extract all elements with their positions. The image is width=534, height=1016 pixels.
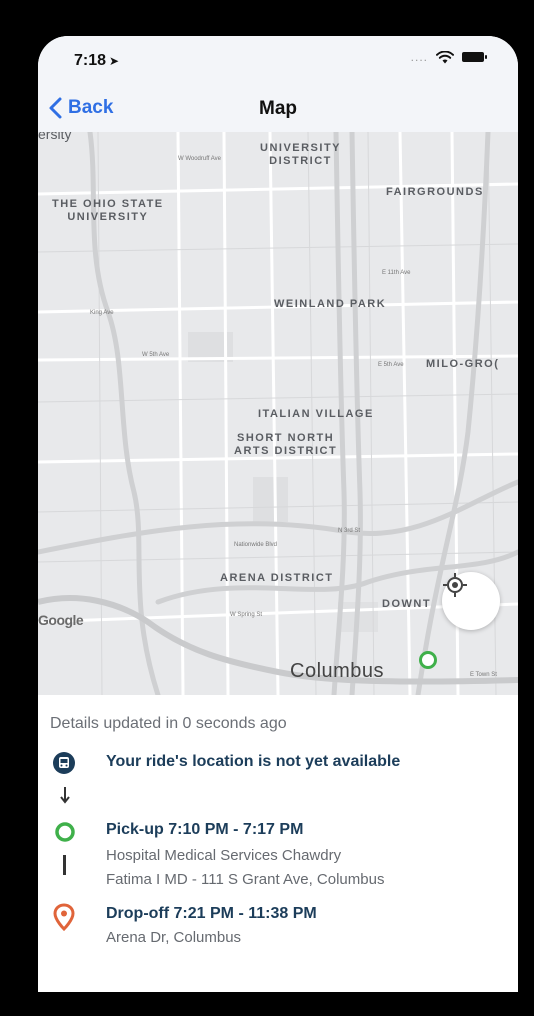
- map-label-fairgrounds: FAIRGROUNDS: [386, 186, 484, 198]
- street-n-3rd: N 3rd St: [338, 528, 361, 534]
- page-title: Map: [259, 98, 297, 119]
- recenter-button[interactable]: [442, 572, 500, 630]
- updated-text: Details updated in 0 seconds ago: [50, 715, 287, 732]
- map-label-italian-village: ITALIAN VILLAGE: [258, 408, 374, 420]
- location-arrow-icon: ➤: [109, 54, 120, 68]
- crosshair-icon: [443, 573, 467, 597]
- route-line-icon: [63, 855, 66, 875]
- map-label-arena-district: ARENA DISTRICT: [220, 572, 334, 584]
- street-e-town: E Town St: [470, 672, 497, 678]
- map-label-ohio-state: THE OHIO STATE UNIVERSITY: [52, 198, 164, 223]
- pickup-time: Pick-up 7:10 PM - 7:17 PM: [106, 821, 304, 838]
- street-w-5th: W 5th Ave: [142, 352, 170, 358]
- street-w-spring: W Spring St: [230, 612, 263, 618]
- dropoff-address: Arena Dr, Columbus: [106, 929, 242, 946]
- status-bar: 7:18 ➤ ....: [38, 36, 518, 88]
- map-label-columbus: Columbus: [290, 660, 385, 682]
- street-king: King Ave: [90, 310, 114, 316]
- street-w-woodruff: W Woodruff Ave: [178, 156, 222, 162]
- pickup-marker-icon[interactable]: [419, 651, 437, 669]
- arrow-down-icon: [60, 787, 70, 804]
- ride-status-text: Your ride's location is not yet availabl…: [106, 753, 401, 770]
- status-indicators: ....: [410, 50, 487, 64]
- map-label-downtown: DOWNT: [382, 598, 432, 610]
- battery-icon: [462, 52, 487, 62]
- map-view[interactable]: ersity UNIVERSITY DISTRICT THE OHIO STAT…: [38, 132, 518, 695]
- signal-icon: ....: [410, 50, 428, 64]
- wifi-icon: [436, 50, 454, 63]
- map-label-ersity: ersity: [38, 132, 72, 142]
- dropoff-time: Drop-off 7:21 PM - 11:38 PM: [106, 905, 317, 922]
- ride-details-panel: Details updated in 0 seconds ago Your ri…: [38, 695, 518, 992]
- map-label-short-north: SHORT NORTH ARTS DISTRICT: [234, 432, 338, 457]
- pickup-circle-icon: [55, 822, 75, 842]
- google-logo: Google: [38, 612, 84, 628]
- dropoff-pin-icon: [53, 903, 75, 931]
- street-nationwide: Nationwide Blvd: [234, 542, 278, 548]
- street-e-11th: E 11th Ave: [382, 270, 411, 276]
- map-label-university-district: UNIVERSITY DISTRICT: [260, 142, 342, 167]
- street-e-5th: E 5th Ave: [378, 362, 404, 368]
- bus-icon: [53, 752, 75, 774]
- pickup-address-line2: Fatima I MD - 111 S Grant Ave, Columbus: [106, 871, 385, 888]
- navigation-bar: Back Map: [38, 88, 518, 132]
- phone-screen: 7:18 ➤ .... Back Map ersity UNIVERSITY D…: [38, 36, 518, 992]
- map-label-weinland-park: WEINLAND PARK: [274, 298, 387, 310]
- map-label-milo-grove: MILO-GRO(: [426, 358, 500, 370]
- status-time: 7:18 ➤: [74, 52, 120, 69]
- pickup-address-line1: Hospital Medical Services Chawdry: [106, 847, 342, 864]
